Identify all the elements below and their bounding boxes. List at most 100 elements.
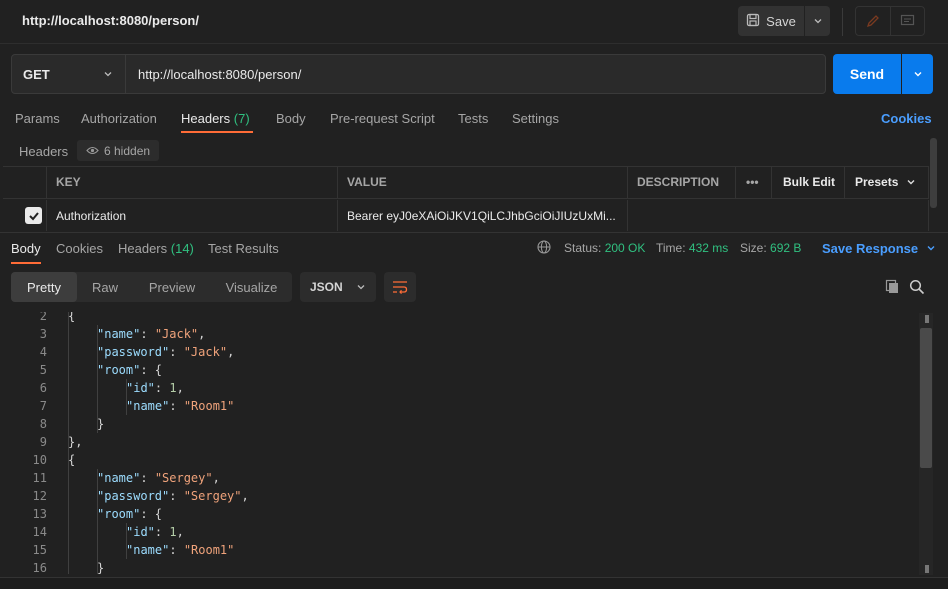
send-button[interactable]: Send [833, 54, 901, 94]
header-key-cell[interactable]: Authorization [47, 200, 338, 231]
view-visualize-button[interactable]: Visualize [211, 272, 292, 302]
code-token: "Sergey" [154, 471, 213, 485]
send-dropdown-button[interactable] [902, 54, 933, 94]
presets-dropdown[interactable]: Presets [845, 166, 929, 199]
code-token: "name" [97, 327, 141, 341]
code-token: } [97, 561, 105, 574]
search-icon[interactable] [909, 279, 925, 298]
code-token: : [169, 543, 184, 557]
view-preview-button[interactable]: Preview [133, 272, 211, 302]
headers-section-label: Headers [19, 144, 69, 159]
method-select[interactable]: GET [11, 54, 126, 94]
response-tab-cookies[interactable]: Cookies [56, 241, 103, 256]
chevron-down-icon [814, 19, 821, 24]
code-line: 10 { [0, 451, 918, 469]
line-number: 4 [39, 345, 47, 359]
code-token: { [68, 312, 76, 323]
response-body-code[interactable]: 2 {3 "name": "Jack", 4 "password": "Jack", 5 "… [0, 312, 918, 574]
code-token: "Jack" [183, 345, 228, 359]
code-line: 12 "password": "Sergey", [0, 487, 918, 505]
code-line: 11 "name": "Sergey", [0, 469, 918, 487]
code-text: "room": { [97, 505, 162, 523]
line-number: 5 [39, 363, 47, 377]
presets-label: Presets [855, 175, 899, 189]
code-scrollbar-thumb[interactable] [920, 328, 932, 468]
chevron-down-icon [927, 246, 935, 251]
header-enabled-checkbox[interactable] [25, 207, 42, 224]
save-response-button[interactable]: Save Response [822, 241, 936, 256]
code-text: "name": "Sergey", [97, 469, 220, 487]
view-pretty-button[interactable]: Pretty [11, 272, 77, 302]
code-token: , [198, 327, 206, 341]
line-number: 2 [39, 312, 47, 323]
code-line: 8} [0, 415, 918, 433]
tab-pre-request-script[interactable]: Pre-request Script [330, 111, 435, 126]
comments-button[interactable] [891, 7, 925, 35]
comment-icon [900, 14, 914, 26]
line-number: 16 [32, 561, 47, 574]
tab-headers-count: (7) [233, 111, 250, 126]
indent-guide [126, 523, 127, 559]
response-tab-headers[interactable]: Headers (14) [118, 241, 194, 256]
url-input[interactable]: http://localhost:8080/person/ [138, 67, 301, 82]
code-text: "password": "Jack", [97, 343, 234, 361]
code-token: : [169, 399, 184, 413]
edit-button[interactable] [856, 7, 891, 35]
globe-icon[interactable] [537, 240, 551, 257]
tab-headers[interactable]: Headers (7) [181, 111, 250, 126]
save-dropdown-button[interactable] [805, 6, 830, 36]
code-line: 4 "password": "Jack", [0, 343, 918, 361]
status-label: Status: [564, 241, 602, 255]
response-tab-test-results[interactable]: Test Results [208, 241, 279, 256]
tab-tests[interactable]: Tests [458, 111, 488, 126]
code-token: : { [140, 363, 163, 377]
line-number: 11 [32, 471, 47, 485]
more-options-button[interactable]: ••• [736, 166, 772, 199]
code-line: 6 "id": 1, [0, 379, 918, 397]
header-value-cell[interactable]: Bearer eyJ0eXAiOiJKV1QiLCJhbGciOiJIUzUxM… [338, 200, 628, 231]
line-number: 3 [39, 327, 47, 341]
bulk-edit-button[interactable]: Bulk Edit [772, 166, 845, 199]
header-description-cell[interactable] [628, 200, 929, 231]
code-line: 16} [0, 559, 918, 574]
response-tab-headers-count: (14) [170, 241, 194, 256]
response-tab-headers-label: Headers [118, 241, 168, 256]
response-tab-body[interactable]: Body [11, 241, 41, 256]
code-line: 3 "name": "Jack", [0, 325, 918, 343]
code-text: "name": "Room1" [126, 397, 234, 415]
url-bar [11, 54, 826, 94]
code-token: : [154, 381, 170, 395]
scroll-up-marker [925, 315, 929, 323]
code-line: 7 "name": "Room1" [0, 397, 918, 415]
active-tab-indicator [181, 131, 253, 133]
code-token: "Sergey" [183, 489, 242, 503]
code-token: "password" [97, 489, 170, 503]
code-text: "name": "Room1" [126, 541, 234, 559]
request-title[interactable]: http://localhost:8080/person/ [22, 13, 199, 28]
line-number: 10 [32, 453, 47, 467]
chevron-down-icon [104, 72, 112, 77]
size-display: Size: 692 B [740, 241, 801, 255]
hidden-headers-toggle[interactable]: 6 hidden [77, 140, 160, 161]
tab-params[interactable]: Params [15, 111, 60, 126]
divider [842, 8, 843, 36]
view-raw-button[interactable]: Raw [77, 272, 133, 302]
format-select[interactable]: JSON [300, 272, 376, 302]
cookies-link[interactable]: Cookies [881, 111, 932, 126]
headers-scrollbar[interactable] [930, 138, 937, 208]
tab-authorization[interactable]: Authorization [81, 111, 157, 126]
time-display: Time: 432 ms [656, 241, 728, 255]
code-text: "id": 1, [126, 379, 184, 397]
copy-icon[interactable] [885, 279, 900, 298]
line-number: 12 [32, 489, 47, 503]
code-token: "Room1" [183, 543, 235, 557]
save-icon [746, 13, 760, 30]
code-token: : [169, 345, 184, 359]
tab-body[interactable]: Body [276, 111, 306, 126]
wrap-lines-button[interactable] [384, 272, 416, 302]
indent-guide [97, 325, 98, 433]
code-line: 13 "room": { [0, 505, 918, 523]
line-number: 15 [32, 543, 47, 557]
tab-settings[interactable]: Settings [512, 111, 559, 126]
save-button[interactable]: Save [738, 6, 804, 36]
